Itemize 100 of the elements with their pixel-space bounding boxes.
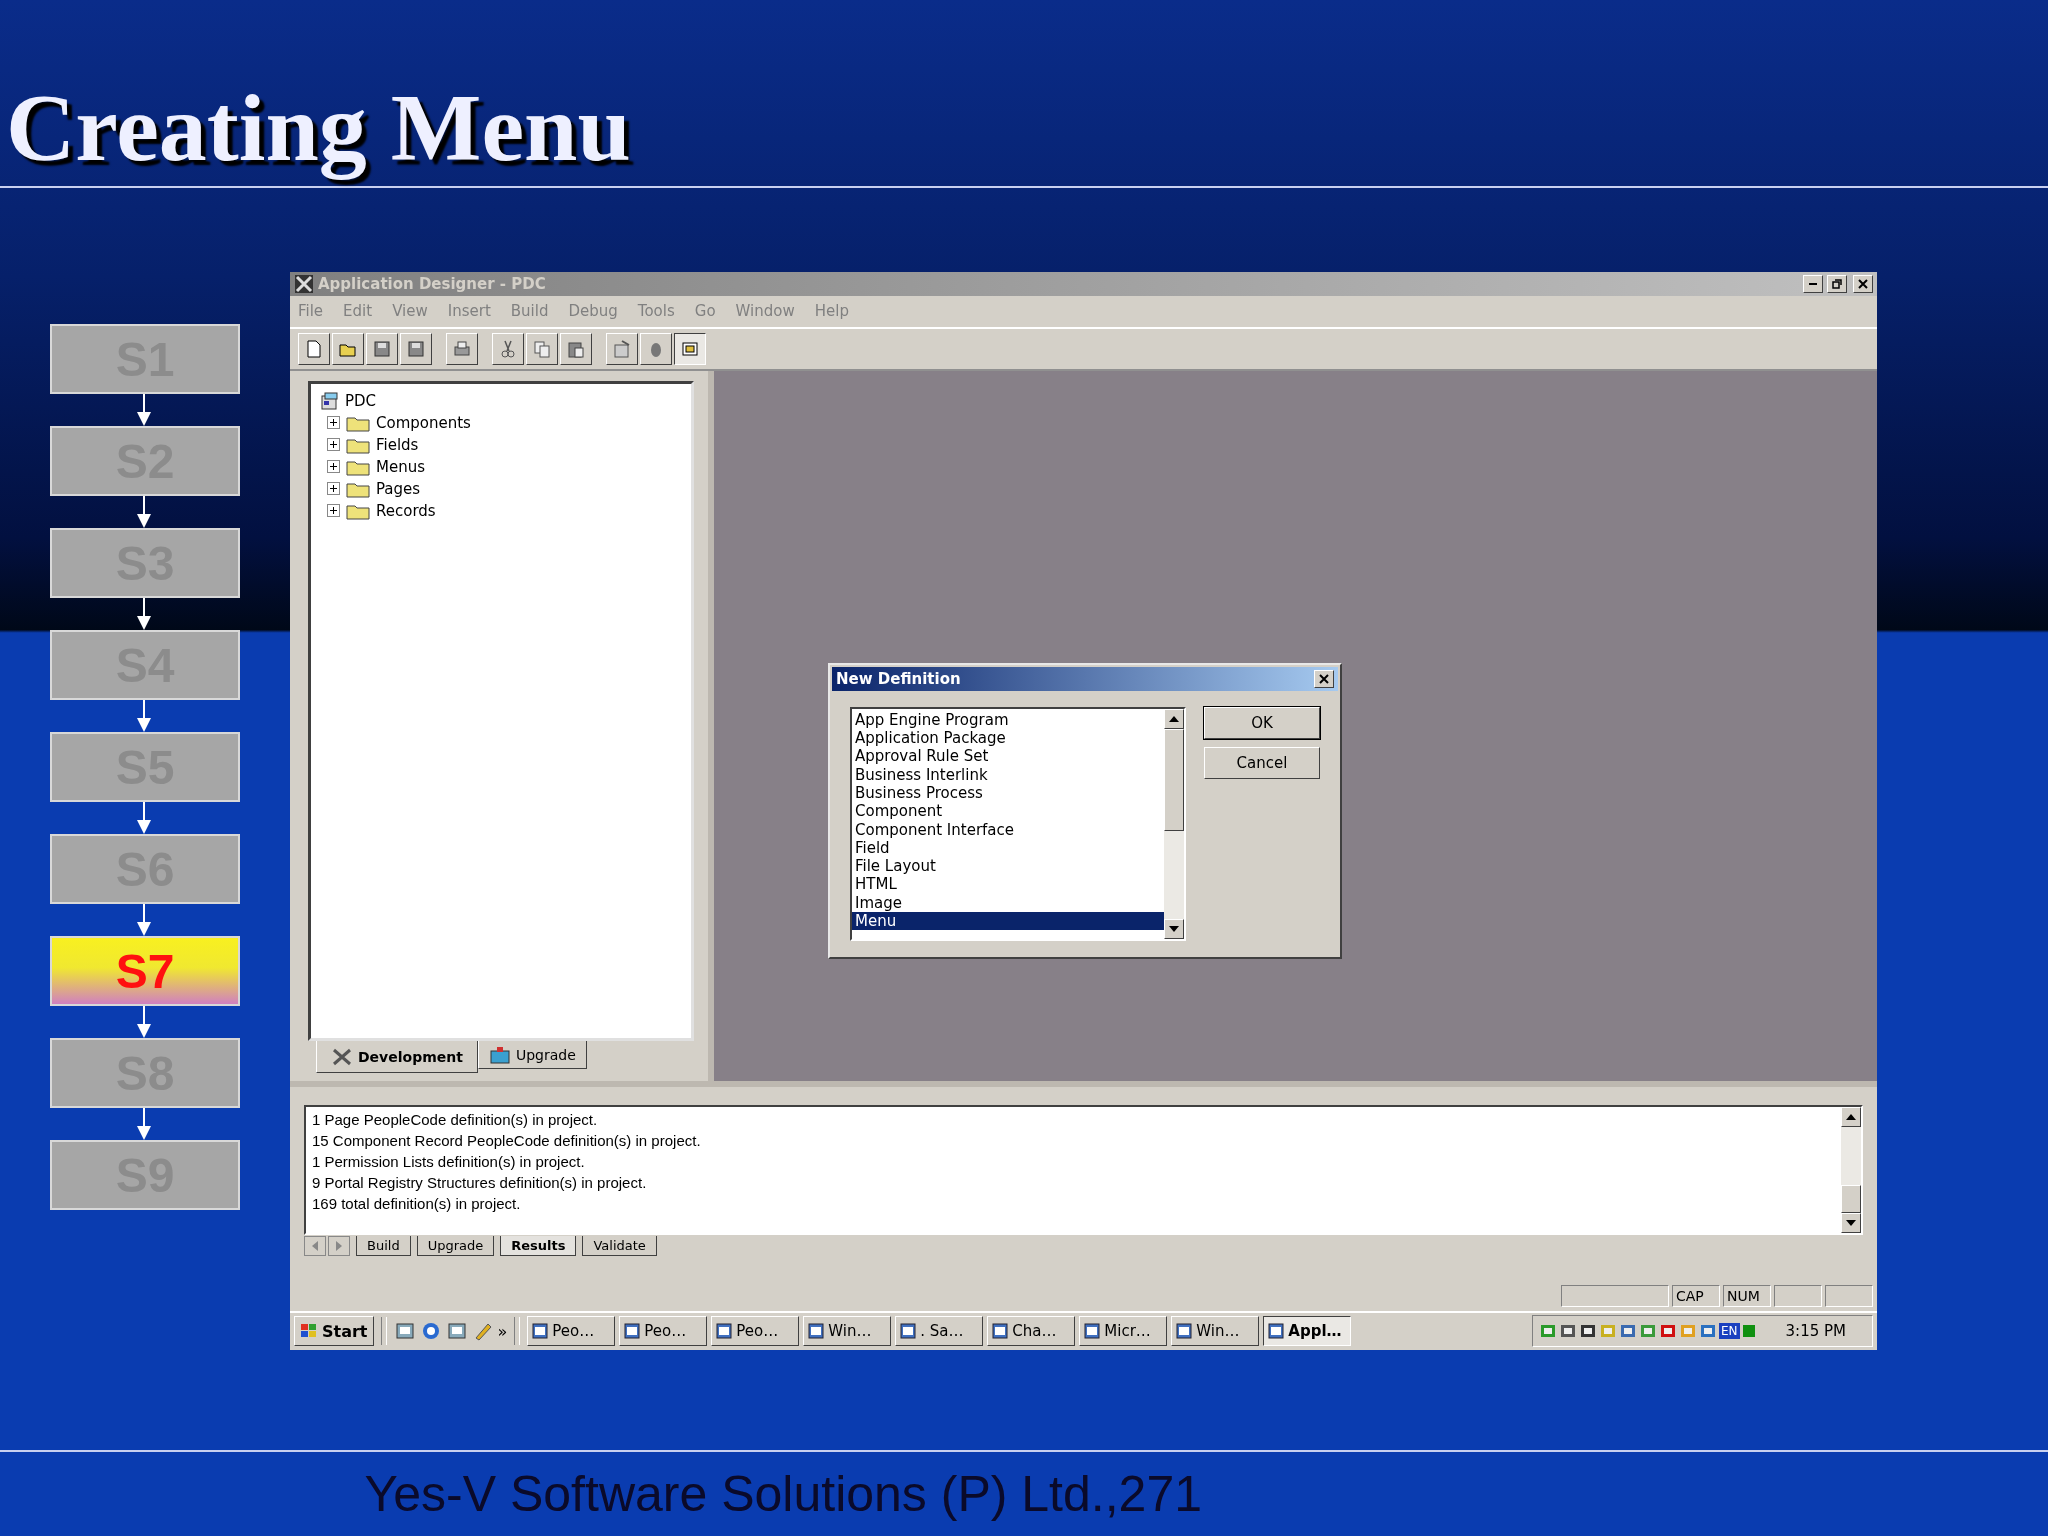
- window-icon: [807, 1322, 826, 1341]
- list-item[interactable]: File Layout: [852, 857, 1164, 876]
- paste-icon: [566, 339, 586, 359]
- save-button[interactable]: [366, 333, 398, 365]
- window-icon: [1175, 1322, 1194, 1341]
- down-arrow: [136, 1108, 152, 1140]
- down-arrow: [136, 1006, 152, 1038]
- down-arrow: [136, 598, 152, 630]
- window-icon: [991, 1322, 1010, 1341]
- taskbar-button[interactable]: Peo…: [619, 1316, 708, 1347]
- windows-logo-icon: [300, 1323, 318, 1340]
- restore-button[interactable]: [1827, 274, 1847, 293]
- start-button[interactable]: Start: [294, 1316, 374, 1347]
- save-icon: [372, 339, 392, 359]
- window-icon: [623, 1322, 642, 1341]
- window-icon: [1083, 1322, 1102, 1341]
- paste-button[interactable]: [560, 333, 592, 365]
- down-arrow: [136, 802, 152, 834]
- copy-button[interactable]: [526, 333, 558, 365]
- restore-icon: [1832, 278, 1842, 289]
- tab[interactable]: Development: [316, 1041, 478, 1074]
- tab[interactable]: Upgrade: [477, 1041, 587, 1070]
- open-folder-button[interactable]: [332, 333, 364, 365]
- tree-item[interactable]: Fields: [376, 435, 419, 454]
- tree-item[interactable]: Pages: [376, 479, 421, 498]
- close-icon: [1319, 673, 1329, 684]
- down-arrow: [136, 394, 152, 426]
- print-icon: [452, 339, 472, 359]
- language-indicator[interactable]: EN: [1719, 1323, 1740, 1340]
- right-arrow-icon: [336, 1241, 342, 1252]
- down-arrow: [136, 904, 152, 936]
- slide-title: Creating Menu: [6, 80, 631, 183]
- expand-icon[interactable]: [327, 482, 340, 496]
- project-button[interactable]: [674, 333, 706, 365]
- list-item[interactable]: App Engine Program: [852, 710, 1164, 730]
- scrollbar[interactable]: [1164, 708, 1184, 939]
- list-item[interactable]: Application Package: [852, 729, 1164, 748]
- taskbar-button[interactable]: Win…: [1171, 1316, 1260, 1347]
- tab[interactable]: Upgrade: [416, 1236, 495, 1257]
- minimize-icon: [1809, 282, 1817, 285]
- list-item[interactable]: HTML: [852, 875, 1164, 894]
- print-button[interactable]: [446, 333, 478, 365]
- expand-icon[interactable]: [327, 504, 340, 518]
- list-item[interactable]: Image: [852, 893, 1164, 912]
- status-indicator: CAP: [1672, 1284, 1720, 1307]
- list-item[interactable]: Approval Rule Set: [852, 747, 1164, 766]
- down-arrow: [136, 700, 152, 732]
- slide-footer: Yes-V Software Solutions (P) Ltd.,271: [364, 1465, 1202, 1523]
- taskbar-button[interactable]: Win…: [803, 1316, 892, 1347]
- tab[interactable]: Build: [356, 1236, 411, 1257]
- output-line: 1 Permission Lists definition(s) in project.: [312, 1152, 586, 1173]
- list-item[interactable]: Component Interface: [852, 820, 1164, 839]
- tab[interactable]: Results: [500, 1236, 577, 1257]
- scrollbar[interactable]: [1841, 1107, 1861, 1234]
- list-item[interactable]: Business Interlink: [852, 765, 1164, 784]
- save-all-icon: [406, 339, 426, 359]
- list-item[interactable]: Component: [852, 802, 1164, 821]
- close-button[interactable]: [1853, 274, 1873, 293]
- dialog-title: New Definition: [836, 669, 961, 688]
- cut-icon: [498, 339, 518, 359]
- scroll-thumb[interactable]: [1164, 728, 1184, 831]
- list-item[interactable]: Menu: [852, 912, 1164, 931]
- ok-button[interactable]: OK: [1204, 706, 1320, 739]
- tree-item[interactable]: Records: [376, 501, 436, 520]
- window-icon: [1267, 1322, 1286, 1341]
- tree-item[interactable]: Menus: [376, 457, 425, 476]
- project-icon: [680, 339, 700, 359]
- list-item[interactable]: Field: [852, 838, 1164, 858]
- scroll-up-icon: [1169, 715, 1179, 722]
- package-icon: [488, 1044, 511, 1065]
- cut-button[interactable]: [492, 333, 524, 365]
- window-icon: [531, 1322, 550, 1341]
- minimize-button[interactable]: [1803, 274, 1823, 293]
- tree-item[interactable]: Components: [376, 413, 471, 432]
- cancel-button[interactable]: Cancel: [1204, 746, 1320, 779]
- output-line: 9 Portal Registry Structures definition(s) in project.: [312, 1173, 648, 1194]
- output-line: 1 Page PeopleCode definition(s) in project.: [312, 1110, 599, 1131]
- taskbar-button[interactable]: . Sa…: [895, 1316, 984, 1347]
- new-file-button[interactable]: [298, 333, 330, 365]
- expand-icon[interactable]: [327, 416, 340, 430]
- scroll-thumb[interactable]: [1841, 1185, 1861, 1214]
- output-line: 169 total definition(s) in project.: [312, 1194, 522, 1215]
- taskbar-button[interactable]: Peo…: [711, 1316, 800, 1347]
- step-box: S7: [50, 936, 240, 1006]
- taskbar-button[interactable]: Peo…: [527, 1316, 616, 1347]
- taskbar-button[interactable]: Appl…: [1263, 1316, 1352, 1347]
- expand-icon[interactable]: [327, 460, 340, 474]
- close-button[interactable]: [1314, 669, 1334, 688]
- expand-icon[interactable]: [327, 438, 340, 452]
- clock: 3:15 PM: [1785, 1322, 1846, 1341]
- taskbar-button[interactable]: Cha…: [987, 1316, 1076, 1347]
- tab[interactable]: Validate: [582, 1236, 657, 1257]
- copy-icon: [532, 339, 552, 359]
- more-button[interactable]: »: [497, 1321, 508, 1341]
- tree-item[interactable]: PDC: [345, 391, 377, 410]
- taskbar-button[interactable]: Micr…: [1079, 1316, 1168, 1347]
- close-icon: [1858, 278, 1868, 289]
- list-item[interactable]: Business Process: [852, 783, 1164, 803]
- save-all-button[interactable]: [400, 333, 432, 365]
- project-icon: [319, 390, 341, 411]
